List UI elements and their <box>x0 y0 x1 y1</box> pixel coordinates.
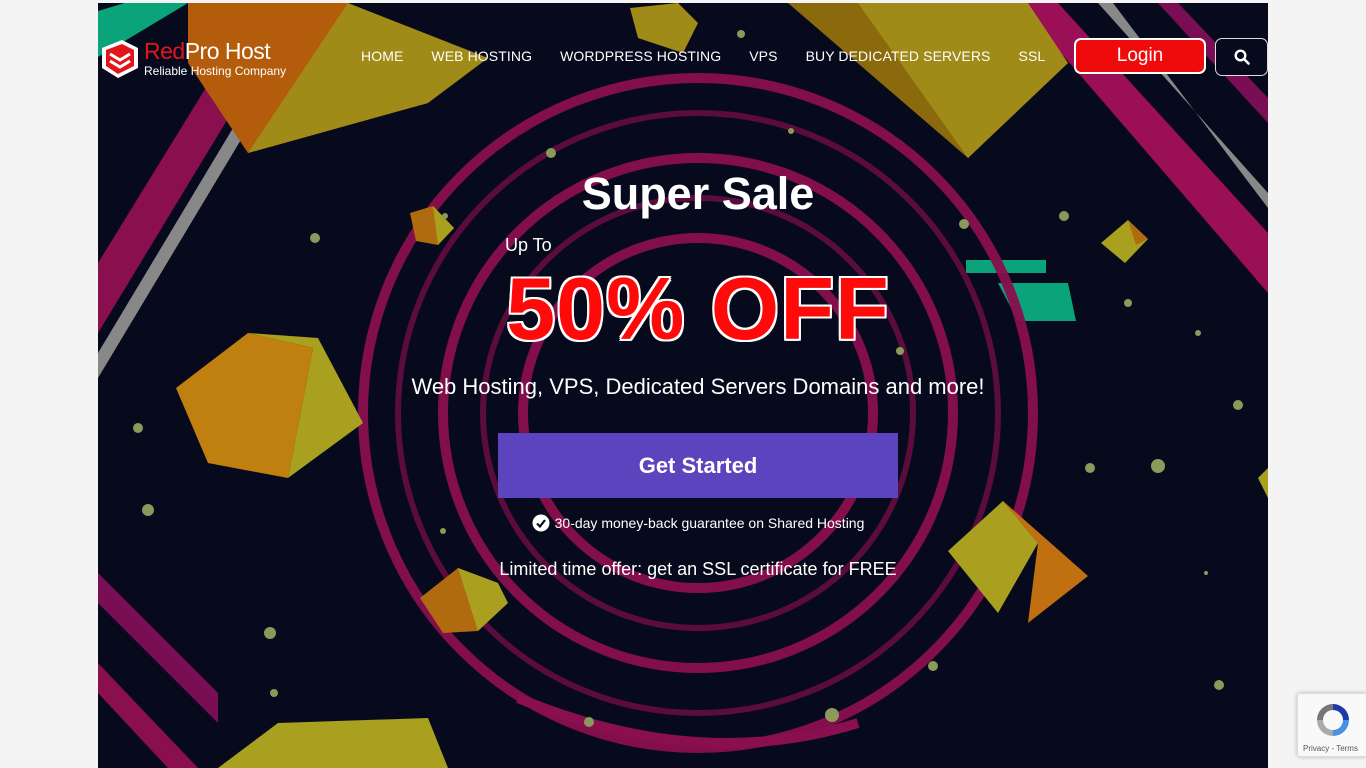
search-button[interactable] <box>1215 38 1268 76</box>
brand-name: RedPro Host <box>144 37 271 64</box>
nav-item-vps[interactable]: VPS <box>749 48 777 64</box>
ssl-offer-text: Limited time offer: get an SSL certifica… <box>499 559 897 579</box>
login-button[interactable]: Login <box>1074 38 1206 74</box>
check-circle-icon <box>532 514 550 532</box>
recaptcha-links[interactable]: Privacy - Terms <box>1303 744 1358 753</box>
nav-item-ssl[interactable]: SSL <box>1019 48 1046 64</box>
discount-headline: 50% OFF <box>506 259 890 358</box>
get-started-button[interactable]: Get Started <box>498 433 898 498</box>
cube-top-right <box>788 3 1068 158</box>
upto-label: Up To <box>505 235 552 255</box>
cube-bottom-left <box>218 718 448 768</box>
nav-item-dedicated-servers[interactable]: BUY DEDICATED SERVERS <box>806 48 991 64</box>
main-nav: HOME WEB HOSTING WORDPRESS HOSTING VPS B… <box>361 48 1045 64</box>
guarantee-text: 30-day money-back guarantee on Shared Ho… <box>554 515 865 531</box>
cube-small-top <box>630 3 698 53</box>
logo-text: RedPro Host Reliable Hosting Company <box>144 37 287 78</box>
nav-item-web-hosting[interactable]: WEB HOSTING <box>431 48 532 64</box>
nav-item-wordpress-hosting[interactable]: WORDPRESS HOSTING <box>560 48 721 64</box>
logo[interactable]: RedPro Host Reliable Hosting Company <box>98 33 298 83</box>
nav-item-home[interactable]: HOME <box>361 48 403 64</box>
search-icon <box>1233 49 1250 65</box>
recaptcha-icon <box>1317 704 1349 736</box>
recaptcha-badge[interactable]: Privacy - Terms <box>1297 693 1366 757</box>
cube-small-right <box>1101 220 1148 263</box>
brand-tagline: Reliable Hosting Company <box>144 63 287 78</box>
logo-icon <box>98 36 142 80</box>
hero-section: RedPro Host Reliable Hosting Company HOM… <box>98 3 1268 768</box>
guarantee-note: 30-day money-back guarantee on Shared Ho… <box>98 514 1268 532</box>
cube-edge-right <box>1258 468 1268 498</box>
hero-title: Super Sale <box>581 168 815 219</box>
hero-subtitle: Web Hosting, VPS, Dedicated Servers Doma… <box>411 374 985 399</box>
